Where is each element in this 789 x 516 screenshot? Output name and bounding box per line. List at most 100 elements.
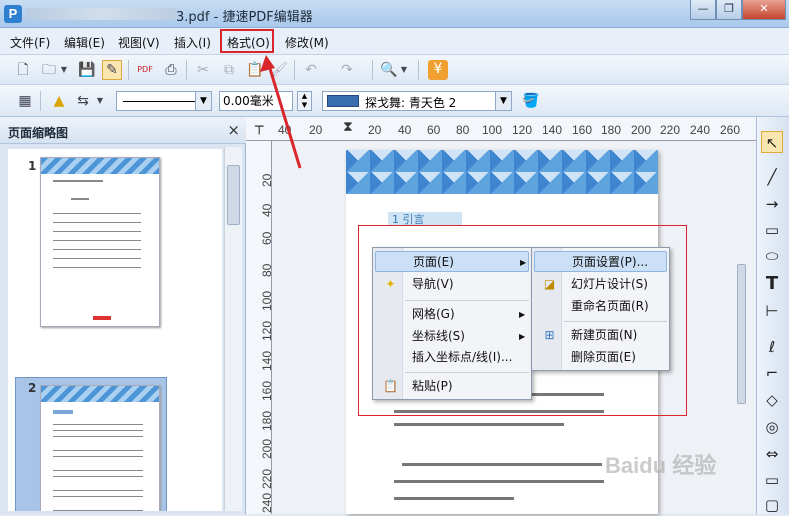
standard-toolbar: 🗋 🗀 ▼ 💾 ✎ PDF ⎙ ✂ ⧉ 📋 🖌 ↶ ↷ 🔍 ▼ ¥ — [0, 55, 789, 85]
thumb-line — [53, 424, 143, 425]
chevron-down-icon[interactable]: ▼ — [195, 92, 211, 110]
menu-modify[interactable]: 修改(M) — [285, 34, 329, 51]
scrollbar-thumb[interactable] — [737, 264, 746, 404]
basic-shapes-icon[interactable]: ◇ — [761, 389, 783, 411]
thumbnail-scrollbar[interactable] — [224, 147, 242, 511]
context-menu-item-paste[interactable]: 📋 粘贴(P) — [375, 376, 529, 397]
close-button[interactable]: ✕ — [742, 0, 786, 20]
star-icon: ✦ — [385, 277, 396, 291]
rectangle-tool-icon[interactable]: ▭ — [761, 219, 783, 241]
context-menu-item-guides[interactable]: 坐标线(S) ▶ — [375, 326, 529, 347]
chevron-down-icon[interactable]: ▼ — [495, 92, 511, 110]
menu-file[interactable]: 文件(F) — [10, 34, 50, 51]
ruler-tick: 20 — [309, 123, 323, 137]
grid-icon[interactable]: ▦ — [16, 92, 34, 110]
separator — [128, 60, 129, 80]
dropdown-icon[interactable]: ▼ — [96, 92, 104, 110]
pdf-export-icon[interactable]: PDF — [136, 61, 154, 79]
thumb-line — [53, 456, 143, 457]
menu-view[interactable]: 视图(V) — [118, 34, 160, 51]
ellipse-tool-icon[interactable]: ⬭ — [761, 245, 783, 267]
vertical-ruler: 20 40 60 80 100 120 140 160 180 200 220 … — [246, 141, 274, 514]
menu-edit[interactable]: 编辑(E) — [64, 34, 105, 51]
edit-icon[interactable]: ✎ — [102, 60, 122, 80]
format-paint-icon[interactable]: 🖌 — [270, 61, 288, 79]
horizontal-ruler: 40 20 20 40 60 80 100 120 140 160 180 20… — [246, 117, 756, 141]
curve-tool-icon[interactable]: ℓ — [761, 336, 783, 358]
ruler-tick: 80 — [260, 263, 274, 277]
arrow-tool-icon[interactable]: → — [761, 193, 783, 215]
thumb-line — [53, 222, 141, 223]
panel-header: 页面缩略图 × — [0, 117, 246, 144]
ruler-tick: 240 — [690, 123, 711, 137]
line-width-spinner[interactable]: ▲ ▼ — [297, 91, 312, 111]
symbol-shapes-icon[interactable]: ◎ — [761, 416, 783, 438]
dropdown-icon[interactable]: ▼ — [400, 61, 408, 79]
select-tool-icon[interactable]: ↖ — [761, 131, 783, 153]
context-menu-item-page[interactable]: 页面(E) ▶ — [375, 251, 529, 272]
menu-item-label: 页面设置(P)... — [572, 255, 649, 269]
submenu-item-new-page[interactable]: ⊞ 新建页面(N) — [534, 325, 667, 346]
block-arrows-icon[interactable]: ⇔ — [761, 443, 783, 465]
menu-insert[interactable]: 插入(I) — [174, 34, 211, 51]
open-icon[interactable]: 🗀 — [40, 61, 58, 79]
print-icon[interactable]: ⎙ — [162, 61, 180, 79]
ruler-tick: 100 — [482, 123, 503, 137]
line-tool-icon[interactable]: ╱ — [761, 166, 783, 188]
thumb-line — [53, 240, 141, 241]
thumb-header-pattern — [41, 158, 159, 174]
save-icon[interactable]: 💾 — [78, 61, 96, 79]
paste-icon: 📋 — [383, 379, 398, 393]
origin-marker-icon: ┬ — [255, 119, 264, 135]
submenu-item-page-setup[interactable]: 页面设置(P)... — [534, 251, 667, 272]
callout-icon[interactable]: ▢ — [761, 494, 783, 516]
thumbnail-list: 1 2 — [8, 149, 222, 511]
minimize-button[interactable]: — — [690, 0, 716, 20]
ruler-tick: 240 — [260, 492, 274, 513]
page-submenu: 页面设置(P)... ◪ 幻灯片设计(S) 重命名页面(R) ⊞ 新建页面(N)… — [531, 247, 670, 371]
page-thumbnail[interactable] — [40, 157, 160, 327]
page-thumbnail[interactable] — [40, 385, 160, 511]
line-color-select[interactable]: 探戈舞: 青天色 2 ▼ — [322, 91, 512, 111]
menu-item-label: 粘贴(P) — [412, 379, 453, 393]
thumb-line — [53, 249, 141, 250]
context-menu-item-navigation[interactable]: ✦ 导航(V) — [375, 274, 529, 295]
dimension-tool-icon[interactable]: ⊢ — [761, 300, 783, 322]
flowchart-icon[interactable]: ▭ — [761, 469, 783, 491]
zoom-icon[interactable]: 🔍 — [380, 61, 398, 79]
ruler-tick: 220 — [660, 123, 681, 137]
fill-icon[interactable]: ▲ — [50, 92, 68, 110]
undo-icon[interactable]: ↶ — [302, 61, 320, 79]
submenu-item-delete-page[interactable]: 删除页面(E) — [534, 347, 667, 368]
ruler-tick: 40 — [278, 123, 292, 137]
line-style-icon[interactable]: ⇆ — [74, 92, 92, 110]
line-width-input[interactable]: 0.00毫米 — [219, 91, 293, 111]
context-menu-item-insert-guide[interactable]: 插入坐标点/线(I)... — [375, 347, 529, 368]
ruler-tick: 200 — [631, 123, 652, 137]
menu-item-label: 幻灯片设计(S) — [571, 277, 648, 291]
connector-tool-icon[interactable]: ⌐ — [761, 362, 783, 384]
paint-bucket-icon[interactable]: 🪣 — [522, 92, 540, 110]
text-line — [394, 497, 514, 500]
close-icon[interactable]: × — [227, 121, 240, 139]
purchase-icon[interactable]: ¥ — [428, 60, 448, 80]
window-title: 3.pdf - 捷速PDF编辑器 — [176, 10, 313, 25]
maximize-button[interactable]: ❐ — [716, 0, 742, 20]
paste-icon[interactable]: 📋 — [246, 61, 264, 79]
thumb-line — [53, 496, 143, 497]
submenu-item-rename-page[interactable]: 重命名页面(R) — [534, 296, 667, 317]
separator — [40, 91, 41, 111]
thumbnail-panel: 页面缩略图 × 1 2 — [0, 117, 246, 514]
indent-marker-icon[interactable]: ⧗ — [343, 119, 353, 135]
line-style-select[interactable]: ▼ — [116, 91, 212, 111]
copy-icon[interactable]: ⧉ — [220, 61, 238, 79]
dropdown-icon[interactable]: ▼ — [60, 61, 68, 79]
submenu-item-slide-design[interactable]: ◪ 幻灯片设计(S) — [534, 274, 667, 295]
text-tool-icon[interactable]: T — [761, 273, 783, 295]
scrollbar-thumb[interactable] — [227, 165, 240, 225]
cut-icon[interactable]: ✂ — [194, 61, 212, 79]
new-icon[interactable]: 🗋 — [14, 61, 32, 79]
redo-icon[interactable]: ↷ — [338, 61, 356, 79]
canvas-scrollbar[interactable] — [736, 244, 748, 514]
context-menu-item-grid[interactable]: 网格(G) ▶ — [375, 304, 529, 325]
